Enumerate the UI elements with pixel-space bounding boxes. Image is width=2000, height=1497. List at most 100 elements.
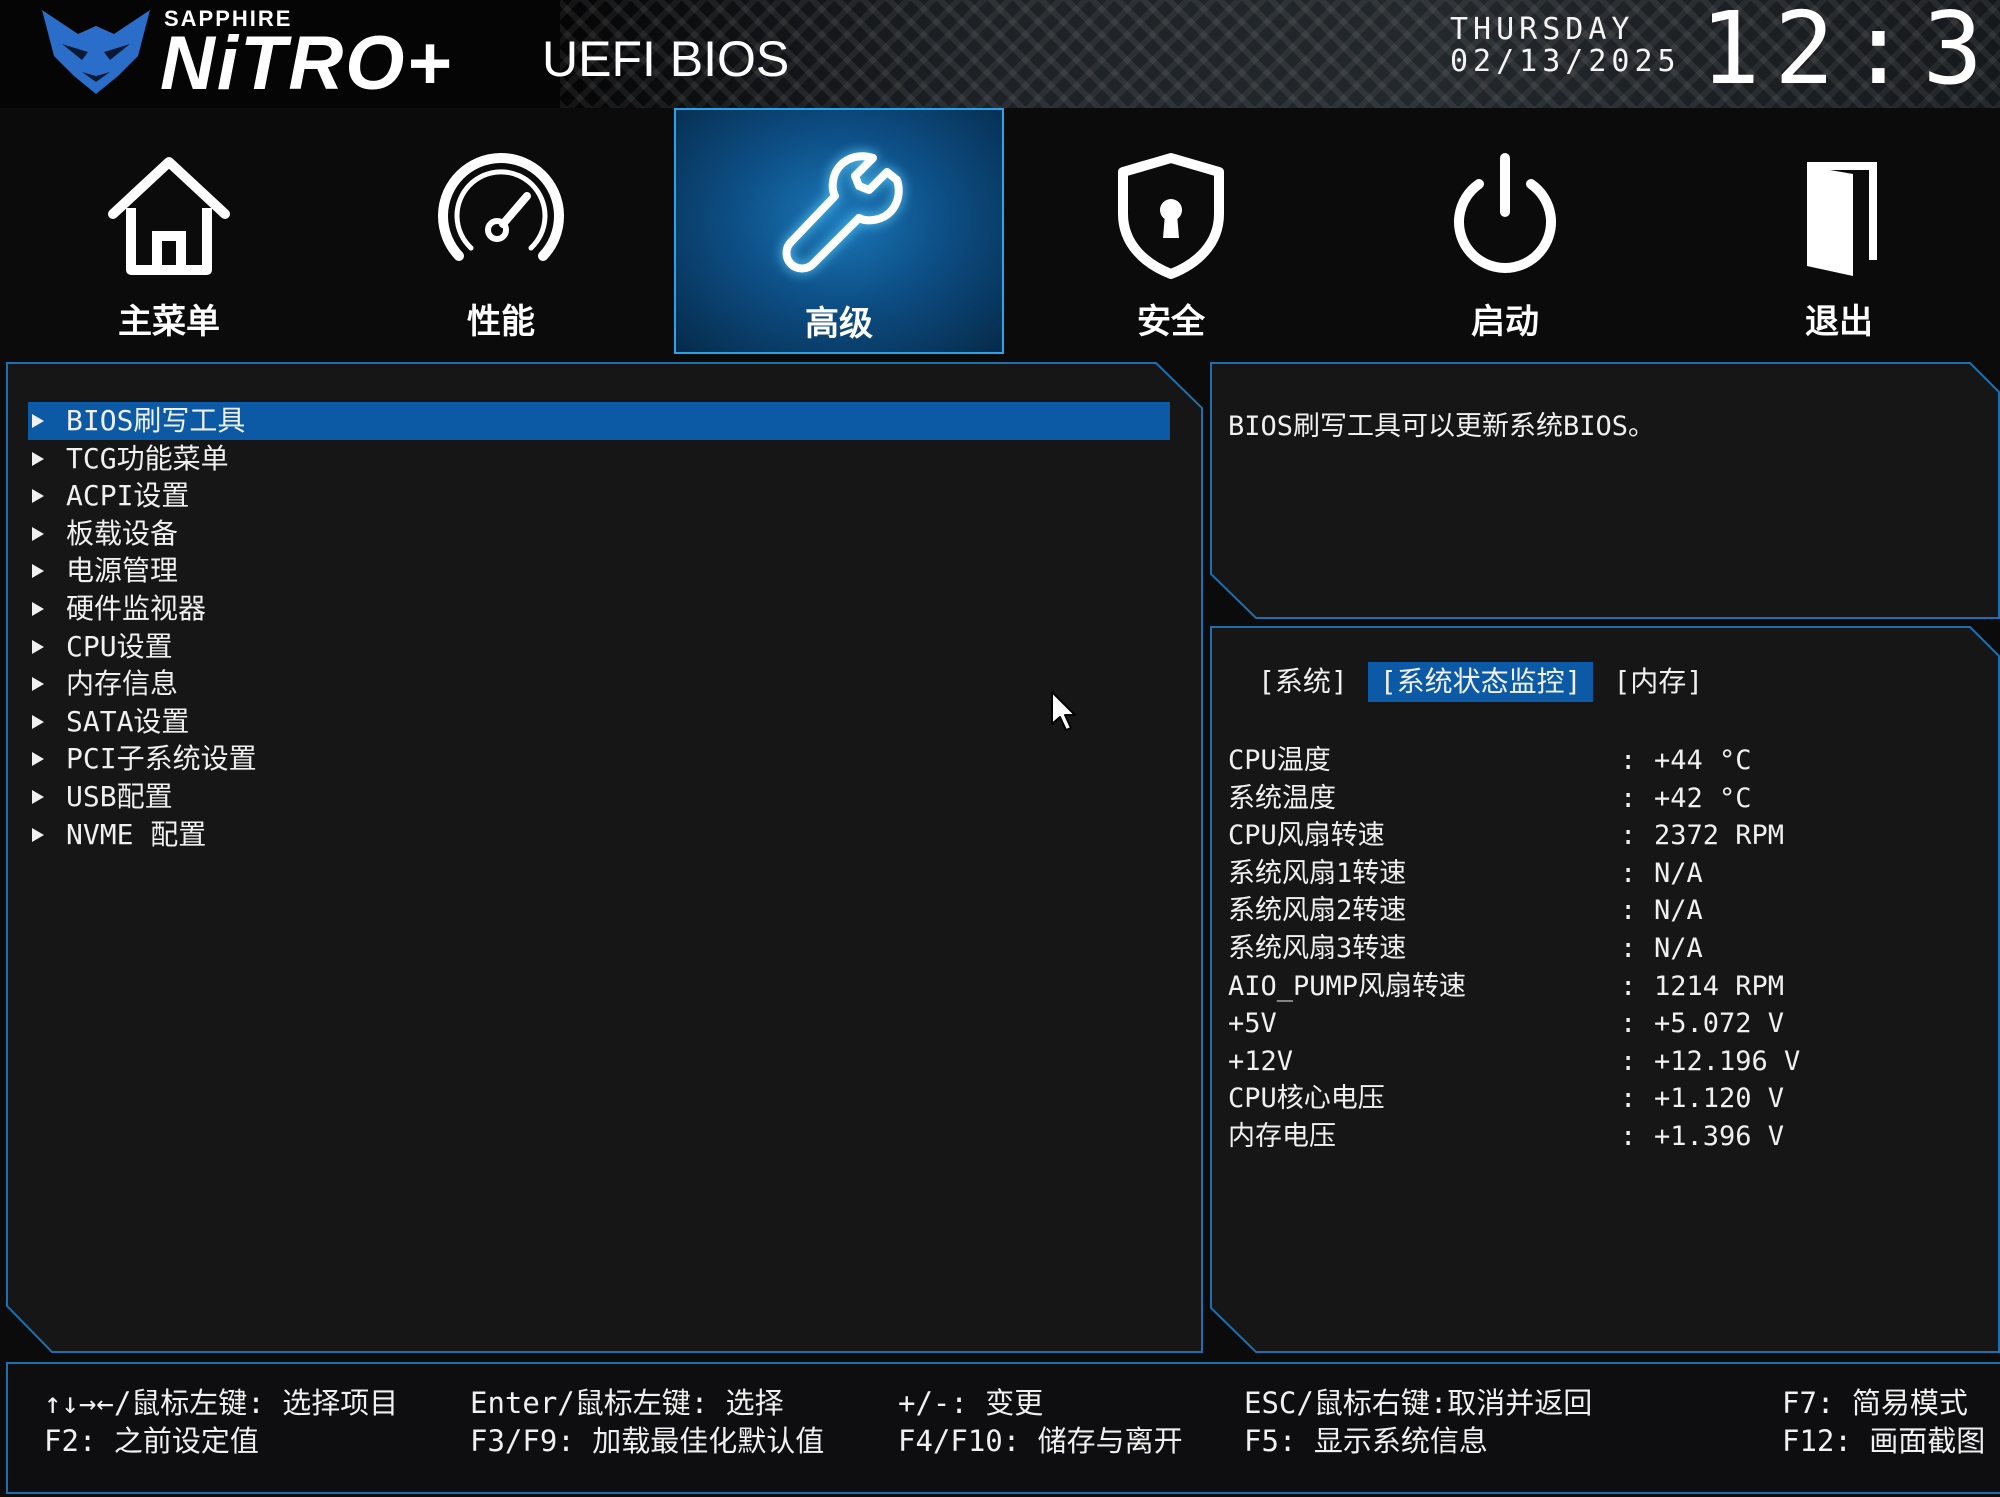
reading-12v: +12V: +12.196 V — [1228, 1043, 1988, 1081]
nitro-logo-icon — [38, 4, 154, 100]
reading-label: +5V — [1228, 1008, 1277, 1040]
weekday-text: THURSDAY — [1450, 12, 1635, 47]
arrow-right-icon — [32, 564, 44, 579]
menu-item-label: 板载设备 — [66, 516, 179, 550]
arrow-right-icon — [32, 639, 44, 654]
reading-label: CPU风扇转速 — [1228, 820, 1385, 852]
tab-label: 安全 — [1137, 302, 1205, 342]
arrow-right-icon — [32, 677, 44, 692]
tab-label: 性能 — [467, 302, 535, 342]
reading-separator: : — [1620, 857, 1637, 889]
menu-item-cpu[interactable]: CPU设置 — [28, 628, 1178, 666]
reading-value: +42 °C — [1654, 782, 1752, 814]
reading-value: 2372 RPM — [1654, 820, 1785, 852]
tab-main-menu[interactable]: 主菜单 — [4, 108, 334, 354]
help-text: BIOS刷写工具可以更新系统BIOS。 — [1228, 411, 1656, 442]
menu-item-power-management[interactable]: 电源管理 — [28, 552, 1178, 590]
menu-item-label: CPU设置 — [66, 629, 173, 663]
reading-value: +12.196 V — [1654, 1045, 1801, 1077]
tab-system[interactable]: [系统] — [1246, 662, 1360, 702]
reading-value: +1.120 V — [1654, 1083, 1785, 1115]
reading-separator: : — [1620, 820, 1637, 852]
reading-5v: +5V: +5.072 V — [1228, 1005, 1988, 1043]
bios-title: UEFI BIOS — [542, 31, 790, 87]
reading-separator: : — [1620, 1008, 1637, 1040]
power-icon — [1435, 144, 1575, 284]
reading-label: 内存电压 — [1228, 1120, 1336, 1152]
clock-display: 12:31 — [1700, 0, 2000, 107]
reading-label: 系统风扇2转速 — [1228, 895, 1407, 927]
system-monitor-panel: [系统] [系统状态监控] [内存] CPU温度: +44 °C 系统温度: +42… — [1210, 626, 2000, 1354]
arrow-right-icon — [32, 789, 44, 804]
menu-list: BIOS刷写工具 TCG功能菜单 ACPI设置 板载设备 电源管理 硬件监视器 … — [28, 402, 1178, 853]
reading-sys-fan-2: 系统风扇2转速: N/A — [1228, 892, 1988, 930]
reading-memory-voltage: 内存电压: +1.396 V — [1228, 1118, 1988, 1156]
menu-item-label: 电源管理 — [66, 554, 179, 588]
reading-separator: : — [1620, 1120, 1637, 1152]
menu-item-onboard-devices[interactable]: 板载设备 — [28, 515, 1178, 553]
shield-lock-icon — [1101, 144, 1241, 284]
tab-security[interactable]: 安全 — [1006, 108, 1336, 354]
arrow-right-icon — [32, 414, 44, 428]
arrow-right-icon — [32, 714, 44, 729]
menu-item-tcg[interactable]: TCG功能菜单 — [28, 440, 1178, 478]
tab-boot[interactable]: 启动 — [1340, 108, 1670, 354]
mouse-cursor-icon — [1050, 690, 1078, 732]
panel-frame — [1210, 362, 2000, 619]
wrench-icon — [769, 146, 909, 286]
arrow-right-icon — [32, 489, 44, 504]
reading-value: +5.072 V — [1654, 1008, 1785, 1040]
reading-value: 1214 RPM — [1654, 970, 1785, 1002]
reading-separator: : — [1620, 1083, 1637, 1115]
tab-label: 启动 — [1471, 302, 1539, 342]
tab-system-status-monitor[interactable]: [系统状态监控] — [1367, 662, 1594, 702]
reading-value: N/A — [1654, 857, 1703, 889]
reading-label: 系统风扇3转速 — [1228, 932, 1407, 964]
reading-value: +44 °C — [1654, 745, 1752, 776]
hint-cancel-return: ESC/鼠标右键:取消并返回 — [1244, 1386, 1593, 1420]
home-icon — [99, 144, 239, 284]
hint-easy-mode: F7: 简易模式 — [1782, 1386, 1968, 1420]
tab-memory[interactable]: [内存] — [1601, 662, 1715, 702]
tab-label: 高级 — [805, 304, 873, 344]
hint-system-info: F5: 显示系统信息 — [1244, 1424, 1488, 1458]
reading-cpu-core-voltage: CPU核心电压: +1.120 V — [1228, 1080, 1988, 1118]
menu-item-nvme[interactable]: NVME 配置 — [28, 816, 1178, 854]
tab-exit[interactable]: 退出 — [1674, 108, 2000, 354]
monitor-tabs: [系统] [系统状态监控] [内存] — [1246, 662, 1723, 702]
reading-separator: : — [1620, 782, 1637, 814]
monitor-readings: CPU温度: +44 °C 系统温度: +42 °C CPU风扇转速:2372 RP… — [1228, 742, 1988, 1156]
hint-save-exit: F4/F10: 储存与离开 — [898, 1424, 1183, 1458]
menu-item-pci-subsystem[interactable]: PCI子系统设置 — [28, 740, 1178, 778]
menu-item-usb[interactable]: USB配置 — [28, 778, 1178, 816]
menu-item-hardware-monitor[interactable]: 硬件监视器 — [28, 590, 1178, 628]
reading-aio-pump-fan: AIO_PUMP风扇转速:1214 RPM — [1228, 968, 1988, 1006]
key-hints-footer: ↑↓→←/鼠标左键: 选择项目 F2: 之前设定值 Enter/鼠标左键: 选择… — [6, 1362, 2000, 1494]
hint-change: +/-: 变更 — [898, 1386, 1044, 1420]
hint-screenshot: F12: 画面截图 — [1782, 1424, 1986, 1458]
main-nav: 主菜单 性能 高级 安全 启动 退出 — [0, 108, 2000, 358]
reading-cpu-fan: CPU风扇转速:2372 RPM — [1228, 817, 1988, 855]
hint-load-defaults: F3/F9: 加载最佳化默认值 — [470, 1424, 825, 1458]
date-text: 02/13/2025 — [1450, 44, 1681, 79]
menu-item-acpi[interactable]: ACPI设置 — [28, 477, 1178, 515]
menu-item-label: NVME 配置 — [66, 817, 207, 851]
reading-value: +1.396 V — [1654, 1120, 1785, 1152]
tab-performance[interactable]: 性能 — [336, 108, 666, 354]
reading-separator: : — [1620, 970, 1637, 1002]
hint-previous-values: F2: 之前设定值 — [44, 1424, 259, 1458]
reading-sys-fan-1: 系统风扇1转速: N/A — [1228, 855, 1988, 893]
reading-separator: : — [1620, 895, 1637, 927]
menu-item-label: PCI子系统设置 — [66, 742, 257, 776]
reading-system-temp: 系统温度: +42 °C — [1228, 780, 1988, 818]
menu-item-label: ACPI设置 — [66, 479, 190, 513]
reading-label: 系统风扇1转速 — [1228, 857, 1407, 889]
hint-navigate: ↑↓→←/鼠标左键: 选择项目 — [44, 1386, 399, 1420]
brand-logo-text: NiTRO+ — [160, 21, 453, 106]
menu-item-sata[interactable]: SATA设置 — [28, 703, 1178, 741]
tab-advanced[interactable]: 高级 — [674, 108, 1004, 354]
advanced-menu-panel: BIOS刷写工具 TCG功能菜单 ACPI设置 板载设备 电源管理 硬件监视器 … — [6, 362, 1204, 1354]
reading-separator: : — [1620, 932, 1637, 964]
menu-item-memory-info[interactable]: 内存信息 — [28, 665, 1178, 703]
menu-item-bios-flash[interactable]: BIOS刷写工具 — [28, 402, 1170, 440]
